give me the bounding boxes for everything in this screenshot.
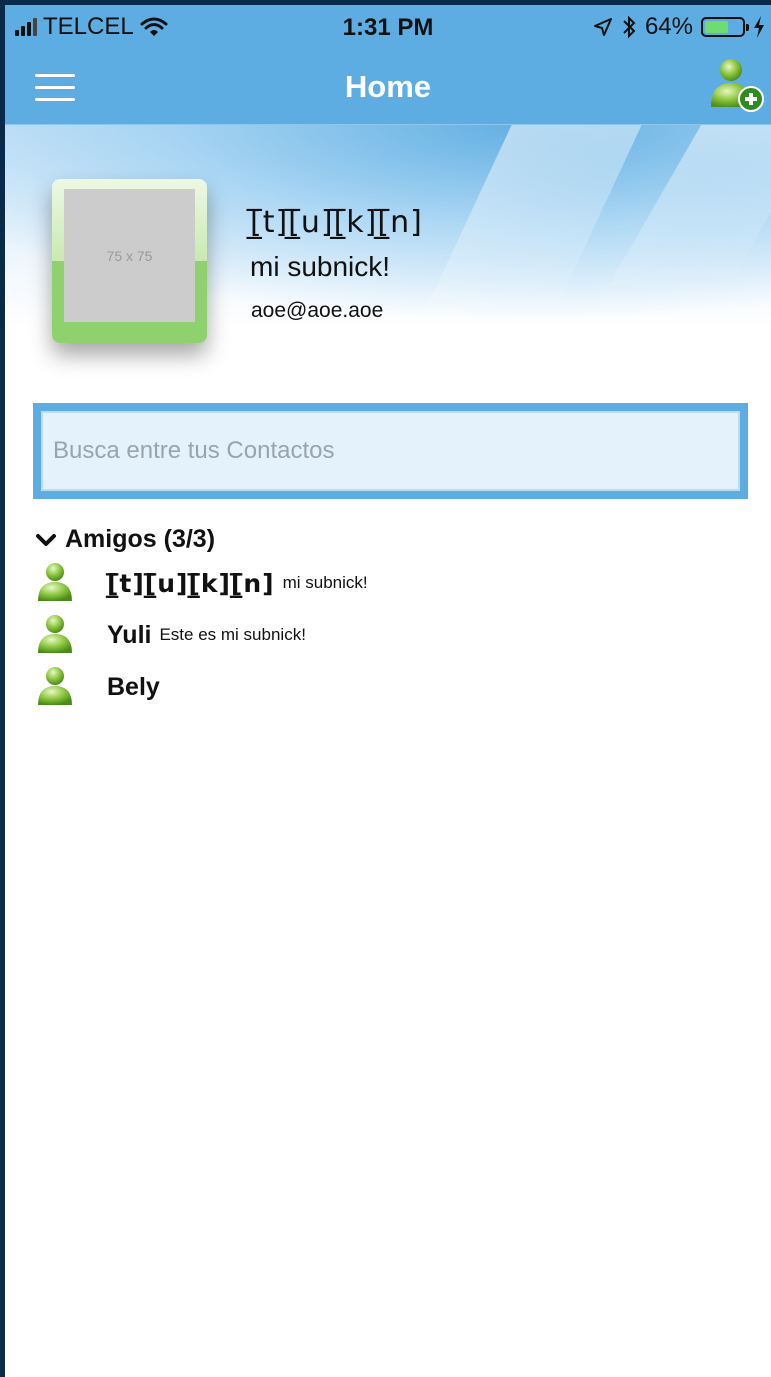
app-screen: TELCEL 1:31 PM 64% Home 75 x 75 [̲̅t][̲̅… (5, 5, 771, 1377)
group-header-amigos[interactable]: Amigos (3/3) (35, 525, 215, 554)
avatar[interactable]: 75 x 75 (52, 179, 207, 343)
battery-icon (701, 17, 749, 37)
search-input[interactable] (41, 411, 740, 491)
avatar-placeholder: 75 x 75 (64, 189, 195, 322)
location-arrow-icon (593, 18, 612, 36)
user-icon (38, 563, 72, 601)
user-icon (38, 667, 72, 705)
search-container (33, 403, 748, 499)
contact-item[interactable]: Bely (35, 665, 735, 709)
contact-subnick: Este es mi subnick! (159, 625, 306, 644)
bluetooth-icon (623, 15, 636, 39)
nav-bar: Home (5, 49, 771, 125)
status-right: 64% (593, 13, 765, 41)
contact-name: Yuli (107, 620, 152, 649)
add-contact-icon[interactable] (705, 55, 767, 117)
battery-fill (705, 21, 729, 33)
group-title: Amigos (3/3) (65, 525, 216, 553)
status-bar: TELCEL 1:31 PM 64% (5, 5, 771, 49)
profile-name: [̲̅t][̲̅u][̲̅k][̲̅n] (250, 205, 423, 240)
page-title: Home (344, 69, 432, 104)
contact-item[interactable]: Yuli Este es mi subnick! (35, 613, 735, 657)
chevron-down-icon (36, 533, 56, 546)
battery-percent: 64% (644, 13, 693, 40)
contact-item[interactable]: [̲̅t][̲̅u][̲̅k][̲̅n] mi subnick! (35, 561, 735, 605)
profile-email: aoe@aoe.aoe (251, 299, 384, 322)
charging-bolt-icon (754, 16, 764, 38)
user-icon (38, 615, 72, 653)
contact-subnick: mi subnick! (282, 573, 368, 592)
contact-name: [̲̅t][̲̅u][̲̅k][̲̅n] (107, 568, 275, 598)
profile-subnick: mi subnick! (250, 251, 391, 282)
contact-name: Bely (107, 672, 160, 701)
